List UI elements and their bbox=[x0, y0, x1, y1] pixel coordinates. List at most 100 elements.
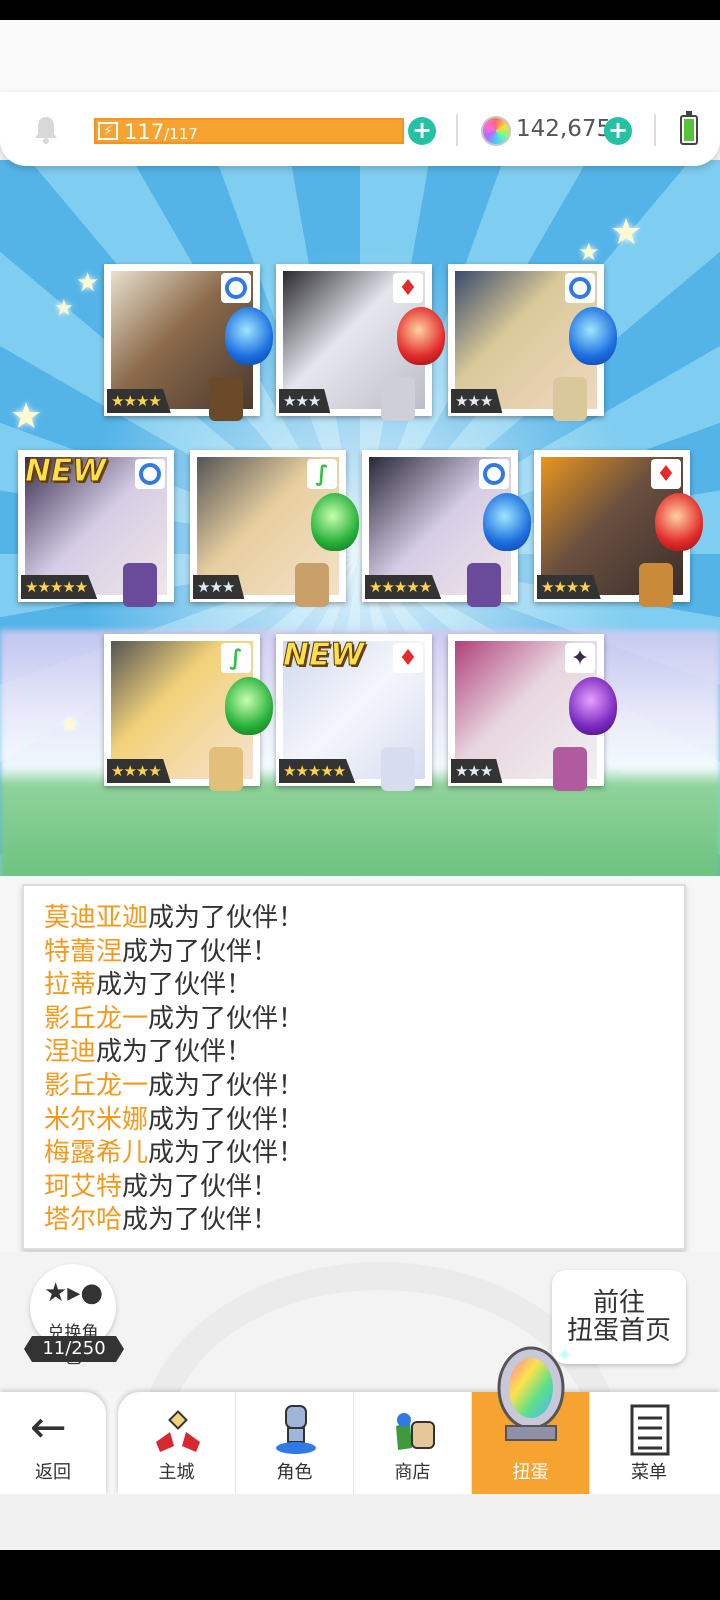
wind-orb-icon bbox=[225, 677, 273, 735]
divider bbox=[654, 114, 656, 146]
gem-icon bbox=[481, 116, 511, 146]
energy-max: /117 bbox=[164, 125, 198, 143]
rarity-stars: ★★★★ bbox=[107, 389, 171, 413]
result-card-2[interactable]: ♦ ★★★ bbox=[276, 264, 445, 421]
character-name: 莫迪亚迦 bbox=[44, 903, 149, 933]
energy-current: 117 bbox=[124, 120, 165, 144]
log-entry: 影丘龙一成为了伙伴！ bbox=[44, 1070, 664, 1104]
tab-label: 菜单 bbox=[631, 1462, 667, 1483]
character-name: 塔尔哈 bbox=[44, 1205, 123, 1236]
log-suffix: 成为了伙伴！ bbox=[96, 1037, 253, 1068]
log-suffix: 成为了伙伴！ bbox=[122, 936, 279, 967]
tab-main-city[interactable]: 主城 bbox=[118, 1392, 236, 1494]
dark-orb-icon bbox=[569, 677, 617, 735]
wind-element-icon: ∫ bbox=[221, 643, 251, 673]
gacha-result-screen: ⚡ 117/117 + 142,675 + ★ ★ ★ ★ ★ ★ ★★★★ ♦ bbox=[0, 0, 720, 1600]
character-icon bbox=[276, 1405, 316, 1454]
castle-icon bbox=[156, 1410, 200, 1452]
log-suffix: 成为了伙伴！ bbox=[148, 1070, 305, 1101]
log-entry: 梅露希儿成为了伙伴！ bbox=[44, 1137, 664, 1171]
water-orb-icon bbox=[225, 307, 273, 365]
log-entry: 珂艾特成为了伙伴！ bbox=[44, 1171, 664, 1205]
bottom-spacer bbox=[0, 1494, 720, 1550]
star-icon: ★ bbox=[54, 296, 74, 321]
energy-value: 117/117 bbox=[124, 119, 198, 147]
log-suffix: 成为了伙伴！ bbox=[148, 1138, 305, 1169]
star-icon: ★ bbox=[60, 712, 80, 737]
log-entry: 米尔米娜成为了伙伴！ bbox=[44, 1104, 664, 1138]
character-name: 影丘龙一 bbox=[44, 1003, 149, 1034]
log-entry: 影丘龙一成为了伙伴！ bbox=[44, 1003, 664, 1037]
menu-list-icon bbox=[630, 1404, 670, 1456]
log-suffix: 成为了伙伴！ bbox=[148, 903, 305, 933]
log-suffix: 成为了伙伴！ bbox=[96, 970, 253, 1001]
result-card-10[interactable]: ✦ ★★★ bbox=[448, 634, 617, 791]
result-card-1[interactable]: ★★★★ bbox=[104, 264, 273, 421]
star-icon: ★ bbox=[610, 212, 643, 253]
back-button[interactable]: ← 返回 bbox=[0, 1392, 106, 1494]
tab-label: 主城 bbox=[158, 1462, 195, 1483]
chibi-sprite bbox=[381, 747, 415, 791]
bottom-nav: 主城 角色 商店 ✦ 扭蛋 菜单 bbox=[118, 1343, 720, 1494]
new-badge: NEW bbox=[24, 453, 107, 490]
character-name: 涅迪 bbox=[44, 1037, 97, 1068]
chibi-sprite bbox=[123, 563, 157, 607]
energy-bar: ⚡ 117/117 bbox=[94, 118, 404, 144]
result-card-9[interactable]: NEW ♦ ★★★★★ bbox=[276, 634, 432, 791]
system-status-bar bbox=[0, 0, 720, 20]
character-name: 拉蒂 bbox=[44, 970, 97, 1001]
wind-orb-icon bbox=[311, 493, 359, 551]
add-gems-button[interactable]: + bbox=[604, 117, 632, 145]
result-card-5[interactable]: ∫ ★★★ bbox=[190, 450, 359, 607]
fire-element-icon: ♦ bbox=[651, 459, 681, 489]
log-suffix: 成为了伙伴！ bbox=[122, 1171, 279, 1202]
lightning-icon: ⚡ bbox=[98, 122, 118, 140]
rarity-stars: ★★★ bbox=[193, 575, 245, 599]
rarity-stars: ★★★★★ bbox=[279, 759, 356, 783]
star-icon: ★ bbox=[578, 238, 600, 266]
bell-icon[interactable] bbox=[32, 114, 60, 144]
tab-characters[interactable]: 角色 bbox=[236, 1392, 354, 1494]
rarity-stars: ★★★★ bbox=[107, 759, 171, 783]
log-entry: 特蕾涅成为了伙伴！ bbox=[44, 936, 664, 970]
log-entry: 涅迪成为了伙伴！ bbox=[44, 1036, 664, 1070]
tab-gacha[interactable]: ✦ 扭蛋 bbox=[472, 1343, 590, 1494]
character-name: 珂艾特 bbox=[44, 1171, 123, 1202]
battery-icon bbox=[680, 111, 698, 145]
log-entry: 莫迪亚迦成为了伙伴！ bbox=[44, 902, 664, 936]
rarity-stars: ★★★★★ bbox=[21, 575, 98, 599]
result-card-6[interactable]: ★★★★★ bbox=[362, 450, 531, 607]
water-element-icon bbox=[565, 273, 595, 303]
result-card-8[interactable]: ∫ ★★★★ bbox=[104, 634, 273, 791]
water-element-icon bbox=[479, 459, 509, 489]
gacha-mirror-icon: ✦ bbox=[497, 1343, 573, 1441]
goto-line-2: 扭蛋首页 bbox=[566, 1316, 671, 1346]
back-arrow-icon: ← bbox=[30, 1402, 67, 1453]
tab-label: 角色 bbox=[276, 1462, 313, 1483]
tab-shop[interactable]: 商店 bbox=[354, 1392, 472, 1494]
divider bbox=[456, 114, 458, 146]
result-card-3[interactable]: ★★★ bbox=[448, 264, 617, 421]
top-spacer bbox=[0, 20, 720, 100]
exchange-count: 11/250 bbox=[24, 1336, 124, 1362]
water-element-icon bbox=[135, 459, 165, 489]
log-entry: 塔尔哈成为了伙伴！ bbox=[44, 1204, 664, 1238]
tab-menu[interactable]: 菜单 bbox=[590, 1392, 708, 1494]
result-card-4[interactable]: NEW ★★★★★ bbox=[18, 450, 174, 607]
add-energy-button[interactable]: + bbox=[408, 117, 436, 145]
fire-element-icon: ♦ bbox=[393, 643, 423, 673]
rarity-stars: ★★★ bbox=[451, 389, 503, 413]
resource-bar: ⚡ 117/117 + 142,675 + bbox=[0, 92, 720, 166]
chibi-sprite bbox=[381, 377, 415, 421]
result-card-7[interactable]: ♦ ★★★★ bbox=[534, 450, 703, 607]
recruit-log-panel[interactable]: 莫迪亚迦成为了伙伴！ 特蕾涅成为了伙伴！ 拉蒂成为了伙伴！ 影丘龙一成为了伙伴！… bbox=[22, 884, 686, 1250]
dark-element-icon: ✦ bbox=[565, 643, 595, 673]
log-suffix: 成为了伙伴！ bbox=[148, 1003, 305, 1034]
new-badge: NEW bbox=[282, 637, 365, 674]
wind-element-icon: ∫ bbox=[307, 459, 337, 489]
chibi-sprite bbox=[295, 563, 329, 607]
system-nav-bar bbox=[0, 1550, 720, 1600]
star-icon: ★ bbox=[10, 396, 43, 437]
chibi-sprite bbox=[209, 747, 243, 791]
svg-text:✦: ✦ bbox=[556, 1343, 573, 1367]
